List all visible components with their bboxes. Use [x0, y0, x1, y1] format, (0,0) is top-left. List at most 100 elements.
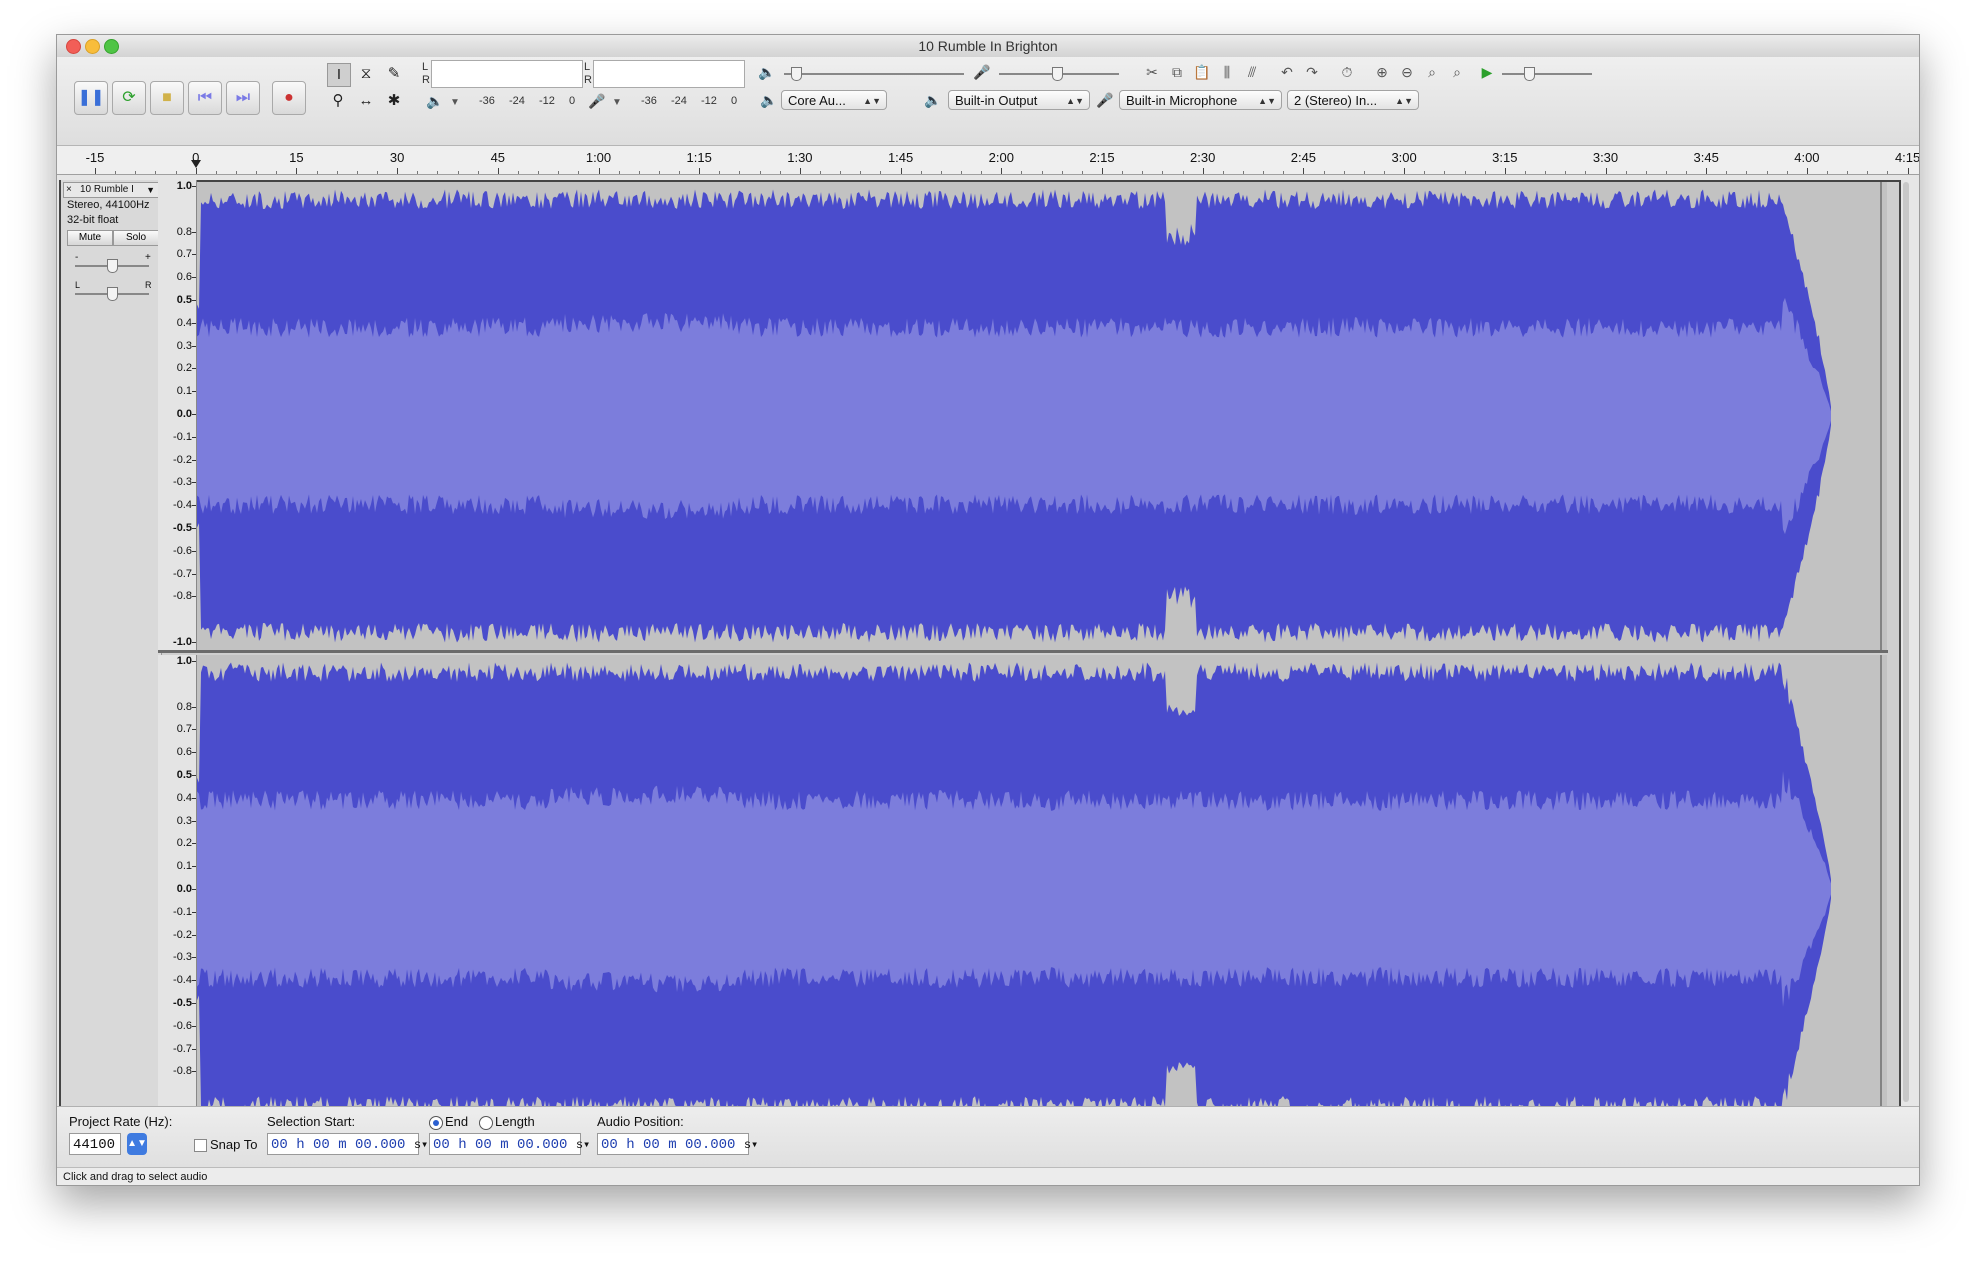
amplitude-label: 0.7: [176, 248, 192, 261]
zoom-tool-icon: ⚲: [332, 92, 344, 109]
amplitude-label: 0.5: [176, 294, 192, 306]
play-at-speed-icon[interactable]: ▶: [1477, 62, 1497, 82]
record-meter-menu-icon[interactable]: ▼: [607, 93, 627, 113]
timeline-minor-tick: [1484, 171, 1486, 174]
redo-icon[interactable]: ↷: [1302, 62, 1322, 82]
timeline-minor-tick: [1222, 171, 1224, 174]
time-shift-icon: ↔: [358, 92, 374, 109]
selection-start-time[interactable]: 00 h 00 m 00.000 s▾: [267, 1133, 428, 1155]
selection-tool[interactable]: I: [327, 63, 351, 87]
loop-play-button[interactable]: ⟳: [112, 81, 146, 115]
input-volume-icon: 🎤: [973, 64, 991, 80]
length-radio[interactable]: [479, 1116, 493, 1130]
play-speed-knob[interactable]: [1524, 67, 1535, 81]
record-scale-0: 0: [731, 95, 738, 107]
timeline-minor-tick: [658, 171, 660, 174]
timeline-minor-tick: [1323, 171, 1325, 174]
timeline-tick-label: 2:45: [1290, 150, 1317, 165]
stop-button[interactable]: ■: [150, 81, 184, 115]
pan-left-label: L: [75, 280, 81, 290]
gain-knob[interactable]: [107, 259, 118, 273]
waveform-left-svg: [197, 182, 1882, 650]
input-device-icon: 🎤: [1096, 92, 1114, 108]
output-volume-knob[interactable]: [791, 67, 802, 81]
waveform-left-channel[interactable]: [197, 182, 1887, 650]
timeline-minor-tick: [578, 171, 580, 174]
silence-icon[interactable]: ⫻: [1242, 62, 1262, 82]
track-menu-icon[interactable]: ▼: [146, 183, 155, 197]
undo-icon[interactable]: ↶: [1277, 62, 1297, 82]
solo-button[interactable]: Solo: [113, 230, 159, 246]
envelope-tool[interactable]: ⧖: [355, 63, 377, 85]
timeline-minor-tick: [115, 171, 117, 174]
timeline-minor-tick: [1786, 171, 1788, 174]
selection-start-label: Selection Start:: [267, 1114, 356, 1129]
amplitude-label: 0.6: [176, 746, 192, 759]
zoom-out-icon[interactable]: ⊖: [1397, 62, 1417, 82]
zoom-in-icon[interactable]: ⊕: [1372, 62, 1392, 82]
project-rate-label: Project Rate (Hz):: [69, 1114, 173, 1129]
sync-lock-icon[interactable]: ⏱: [1337, 62, 1357, 82]
fit-project-icon[interactable]: ⌕: [1447, 62, 1467, 82]
pan-right-label: R: [145, 280, 152, 290]
amplitude-label: 0.6: [176, 271, 192, 284]
timeline-tick-mark: [1102, 168, 1103, 174]
draw-tool[interactable]: ✎: [383, 63, 405, 85]
trim-icon[interactable]: ⫼: [1217, 62, 1237, 82]
time-shift-tool[interactable]: ↔: [355, 90, 377, 112]
paste-icon[interactable]: 📋: [1192, 62, 1212, 82]
skip-end-button[interactable]: ⏭: [226, 81, 260, 115]
mute-button[interactable]: Mute: [67, 230, 113, 246]
end-radio[interactable]: [429, 1116, 443, 1130]
snap-to-checkbox[interactable]: [194, 1139, 207, 1152]
audio-position-time[interactable]: 00 h 00 m 00.000 s▾: [597, 1133, 758, 1155]
timeline-minor-tick: [820, 171, 822, 174]
play-speed-slider[interactable]: [1502, 73, 1592, 75]
timeline-minor-tick: [1343, 171, 1345, 174]
audio-position-value: 00 h 00 m 00.000: [601, 1137, 736, 1153]
track-name-button[interactable]: × 10 Rumble I ▼: [63, 182, 159, 198]
playback-meter-menu-icon[interactable]: ▼: [445, 93, 465, 113]
pause-button[interactable]: ❚❚: [74, 81, 108, 115]
vertical-ruler-right: 1.0 0.8 0.7 0.6 0.5 0.4 0.3 0.2 0.1 0.0 -0.1 -0.2 -0…: [158, 655, 197, 1125]
timeline-tick-mark: [699, 168, 701, 174]
record-scale-24: -24: [671, 95, 687, 107]
timeline-minor-tick: [1686, 171, 1688, 174]
skip-start-button[interactable]: ⏮: [188, 81, 222, 115]
end-label: End: [445, 1114, 469, 1129]
amplitude-tick: [192, 706, 196, 708]
waveform-right-channel[interactable]: [197, 655, 1887, 1123]
pan-knob[interactable]: [107, 287, 118, 301]
multi-tool[interactable]: ✱: [383, 90, 405, 112]
output-volume-slider[interactable]: [784, 73, 964, 75]
project-rate-stepper[interactable]: ▲▼: [127, 1133, 147, 1155]
zoom-tool[interactable]: ⚲: [327, 90, 349, 112]
timeline-minor-tick: [1142, 171, 1144, 174]
input-device-select[interactable]: Built-in Microphone ▲▼: [1119, 90, 1282, 110]
timeline-minor-tick: [1585, 171, 1587, 174]
amplitude-tick: [192, 866, 196, 868]
record-button[interactable]: ●: [272, 81, 306, 115]
waveform-rms-shape: [197, 771, 1831, 1007]
record-meter[interactable]: [593, 60, 745, 88]
timeline-minor-tick: [437, 171, 439, 174]
project-rate-input[interactable]: 44100: [69, 1133, 121, 1155]
input-volume-knob[interactable]: [1052, 67, 1063, 81]
playback-meter[interactable]: [431, 60, 583, 88]
output-device-select[interactable]: Built-in Output ▲▼: [948, 90, 1090, 110]
timeline-tick-mark: [296, 168, 298, 174]
timeline-ruler[interactable]: -15 0 15 30 45 1:00 1:15 1:30 1:45 2:00 2:15 2:30 2:…: [57, 146, 1919, 175]
input-channels-select[interactable]: 2 (Stereo) In... ▲▼: [1287, 90, 1419, 110]
audio-host-select[interactable]: Core Au... ▲▼: [781, 90, 887, 110]
amplitude-tick: [192, 231, 196, 233]
cut-icon[interactable]: ✂: [1142, 62, 1162, 82]
copy-icon[interactable]: ⧉: [1167, 62, 1187, 82]
timeline-tick-mark: [1706, 168, 1708, 174]
amplitude-tick: [192, 957, 196, 959]
playhead-marker-icon[interactable]: [190, 160, 201, 168]
fit-selection-icon[interactable]: ⌕: [1422, 62, 1442, 82]
track-close-icon[interactable]: ×: [66, 183, 72, 197]
timeline-tick-label: 30: [389, 150, 405, 165]
selection-end-time[interactable]: 00 h 00 m 00.000 s▾: [429, 1133, 590, 1155]
vertical-scrollbar[interactable]: [1903, 182, 1909, 1102]
